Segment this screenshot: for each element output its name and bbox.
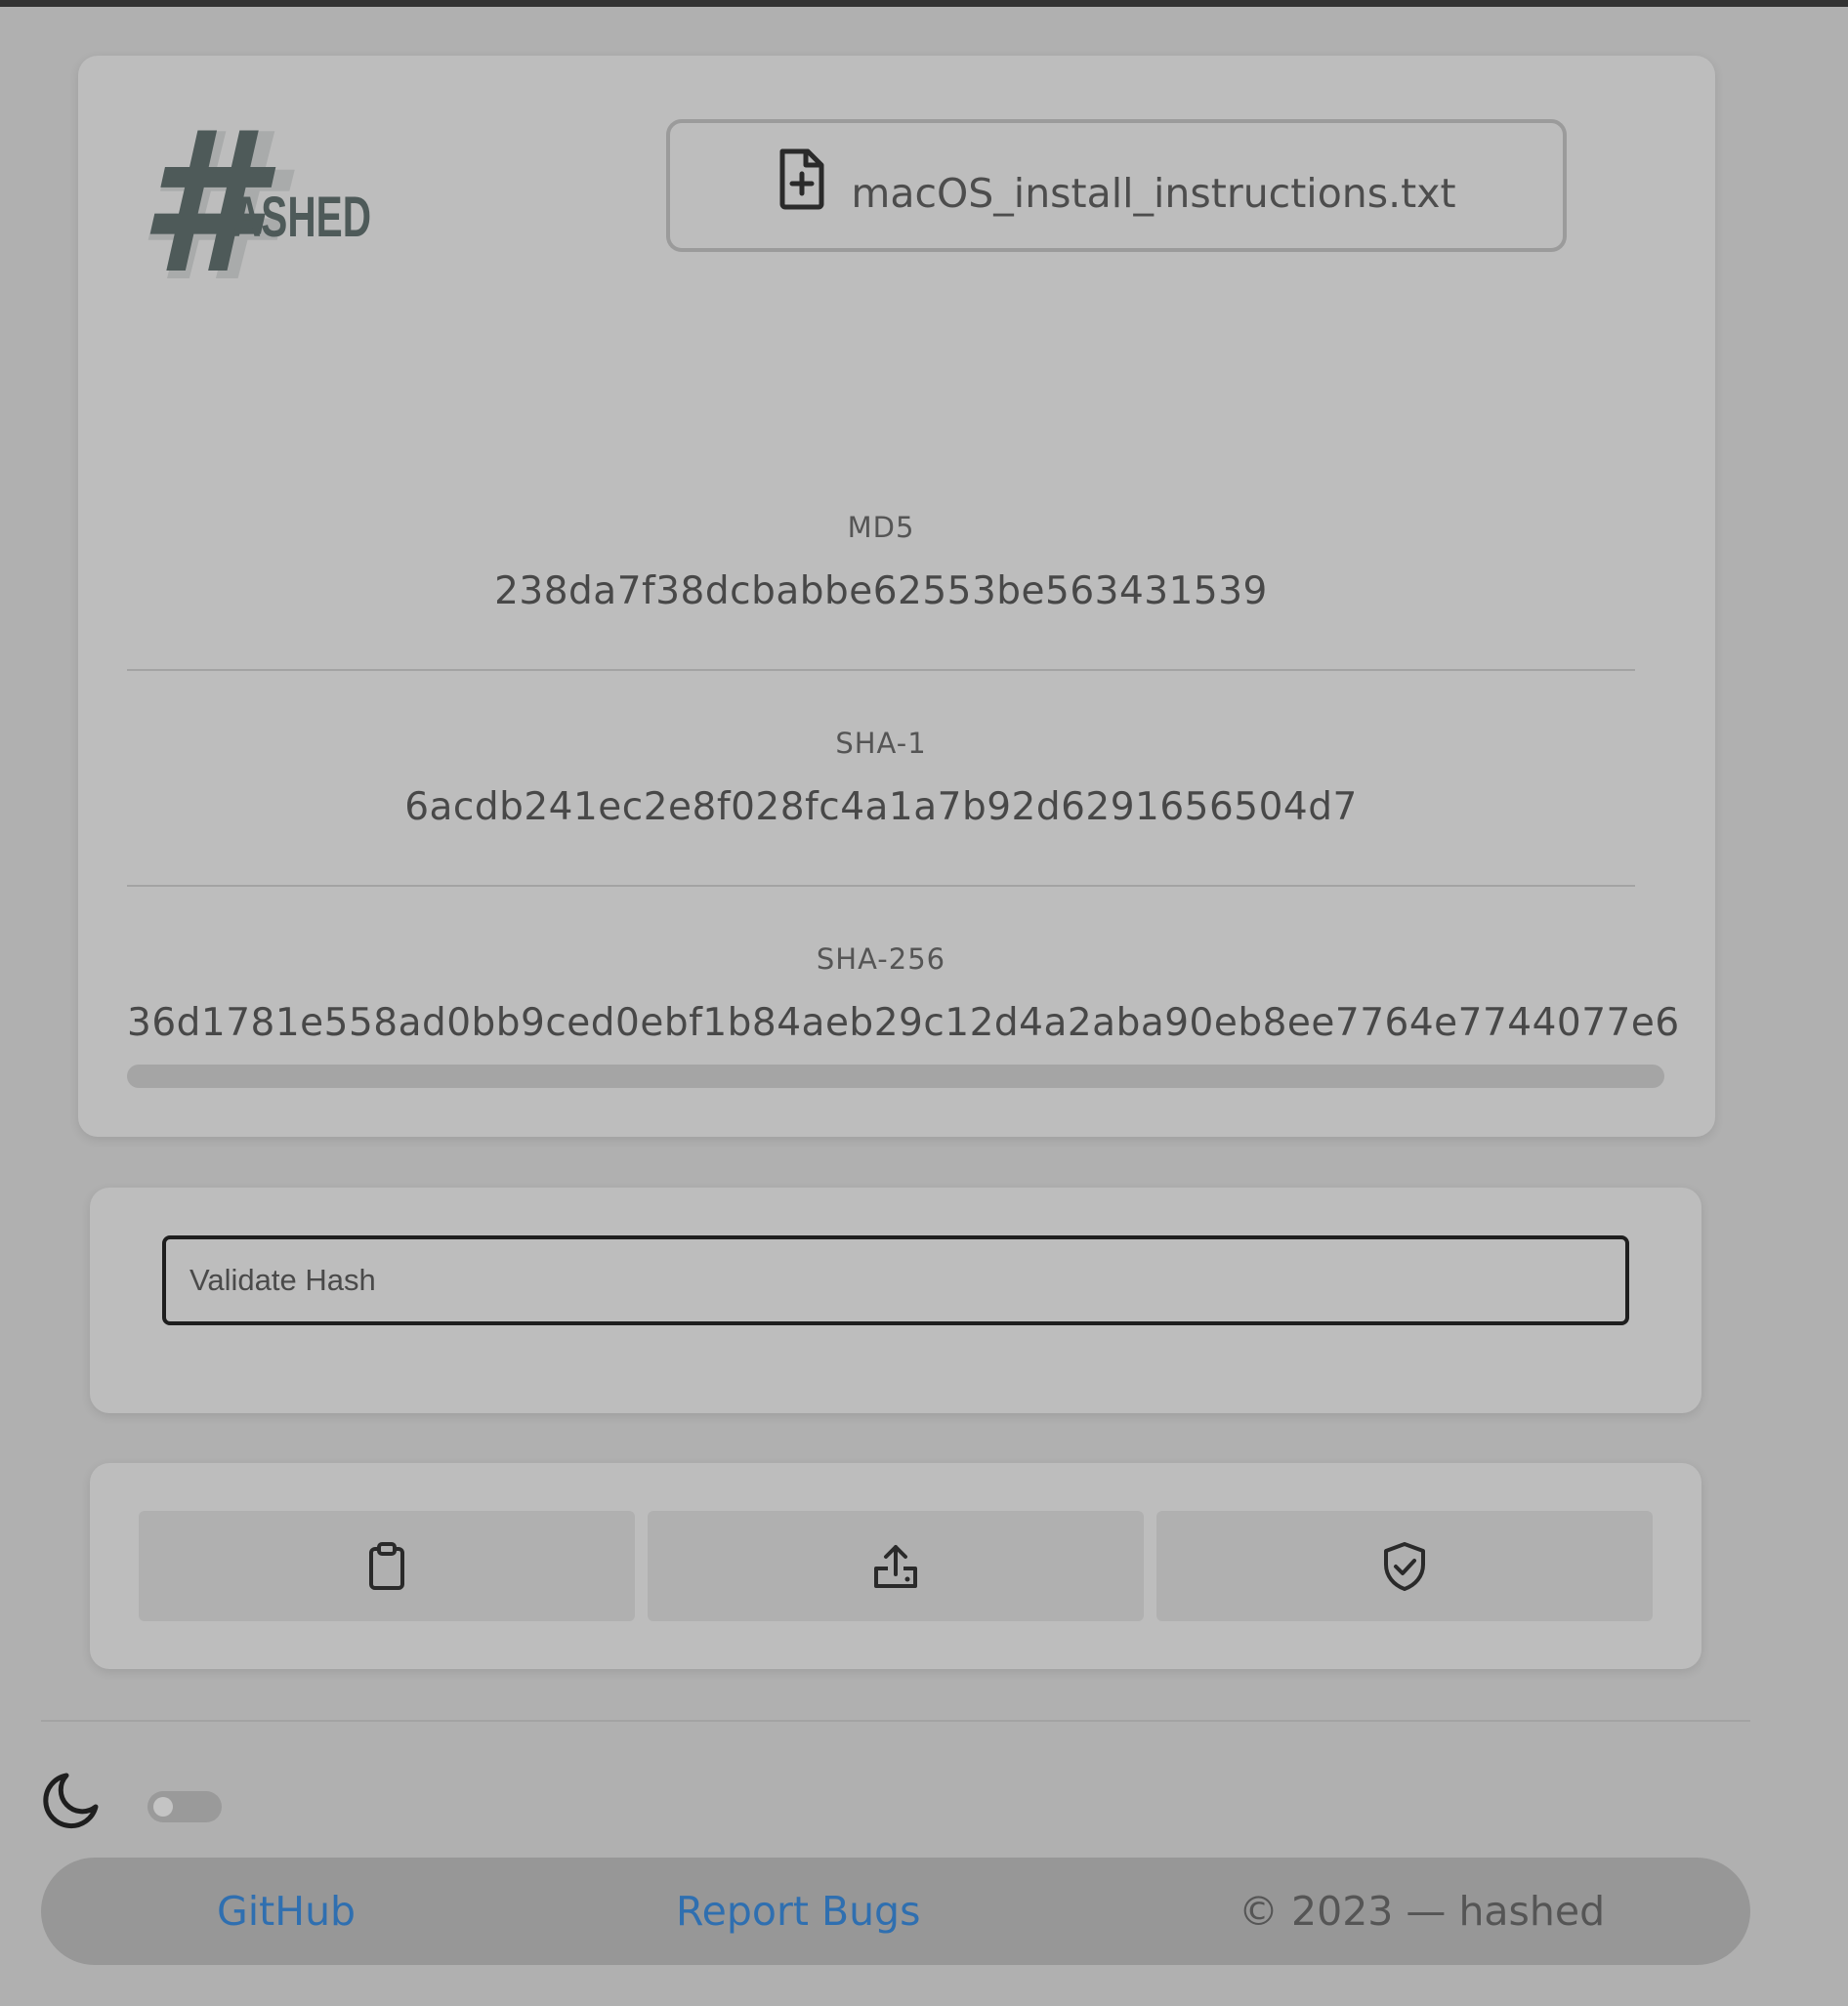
hash-value[interactable]: 36d1781e558ad0bb9ced0ebf1b84aeb29c12d4a2… — [127, 1001, 1679, 1045]
moon-icon[interactable] — [41, 1768, 104, 1830]
svg-text:ASHED: ASHED — [232, 186, 371, 249]
share-button[interactable] — [648, 1511, 1144, 1621]
shield-check-icon — [1384, 1541, 1425, 1591]
divider — [127, 885, 1635, 887]
sha1-hash: SHA-1 6acdb241ec2e8f028fc4a1a7b92d629165… — [127, 727, 1635, 829]
github-link[interactable]: GitHub — [217, 1858, 356, 1965]
md5-hash: MD5 238da7f38dcbabbe62553be563431539 — [127, 511, 1635, 613]
file-picker-button[interactable]: macOS_install_instructions.txt — [666, 119, 1567, 252]
hash-value[interactable]: 238da7f38dcbabbe62553be563431539 — [127, 569, 1635, 613]
divider — [127, 669, 1635, 671]
selected-file-name: macOS_install_instructions.txt — [851, 170, 1456, 217]
footer-bar: GitHub Report Bugs © 2023 — hashed — [41, 1858, 1750, 1965]
hash-results-card: # # ASHED macOS_install_instructions.txt… — [78, 56, 1715, 1137]
footer-divider — [41, 1720, 1750, 1722]
copy-button[interactable] — [139, 1511, 635, 1621]
clipboard-icon — [369, 1541, 404, 1590]
hash-value[interactable]: 6acdb241ec2e8f028fc4a1a7b92d6291656504d7 — [127, 785, 1635, 829]
report-bugs-link[interactable]: Report Bugs — [676, 1858, 920, 1965]
validate-button[interactable] — [1156, 1511, 1653, 1621]
hashed-logo: # # ASHED — [135, 124, 371, 300]
hash-label: SHA-1 — [835, 727, 927, 760]
hash-label: MD5 — [847, 511, 915, 544]
top-bar — [0, 0, 1848, 7]
dark-mode-toggle[interactable] — [147, 1791, 222, 1822]
toggle-knob — [153, 1797, 173, 1817]
validate-hash-input[interactable] — [162, 1235, 1629, 1325]
sha256-hash: SHA-256 36d1781e558ad0bb9ced0ebf1b84aeb2… — [127, 942, 1679, 1045]
actions-card — [90, 1463, 1701, 1669]
validate-card — [90, 1188, 1701, 1413]
file-plus-icon — [779, 148, 824, 210]
share-upload-icon — [874, 1544, 917, 1588]
hash-label: SHA-256 — [816, 942, 946, 976]
horizontal-scrollbar[interactable] — [127, 1065, 1664, 1088]
copyright-text: © 2023 — hashed — [1239, 1888, 1606, 1935]
